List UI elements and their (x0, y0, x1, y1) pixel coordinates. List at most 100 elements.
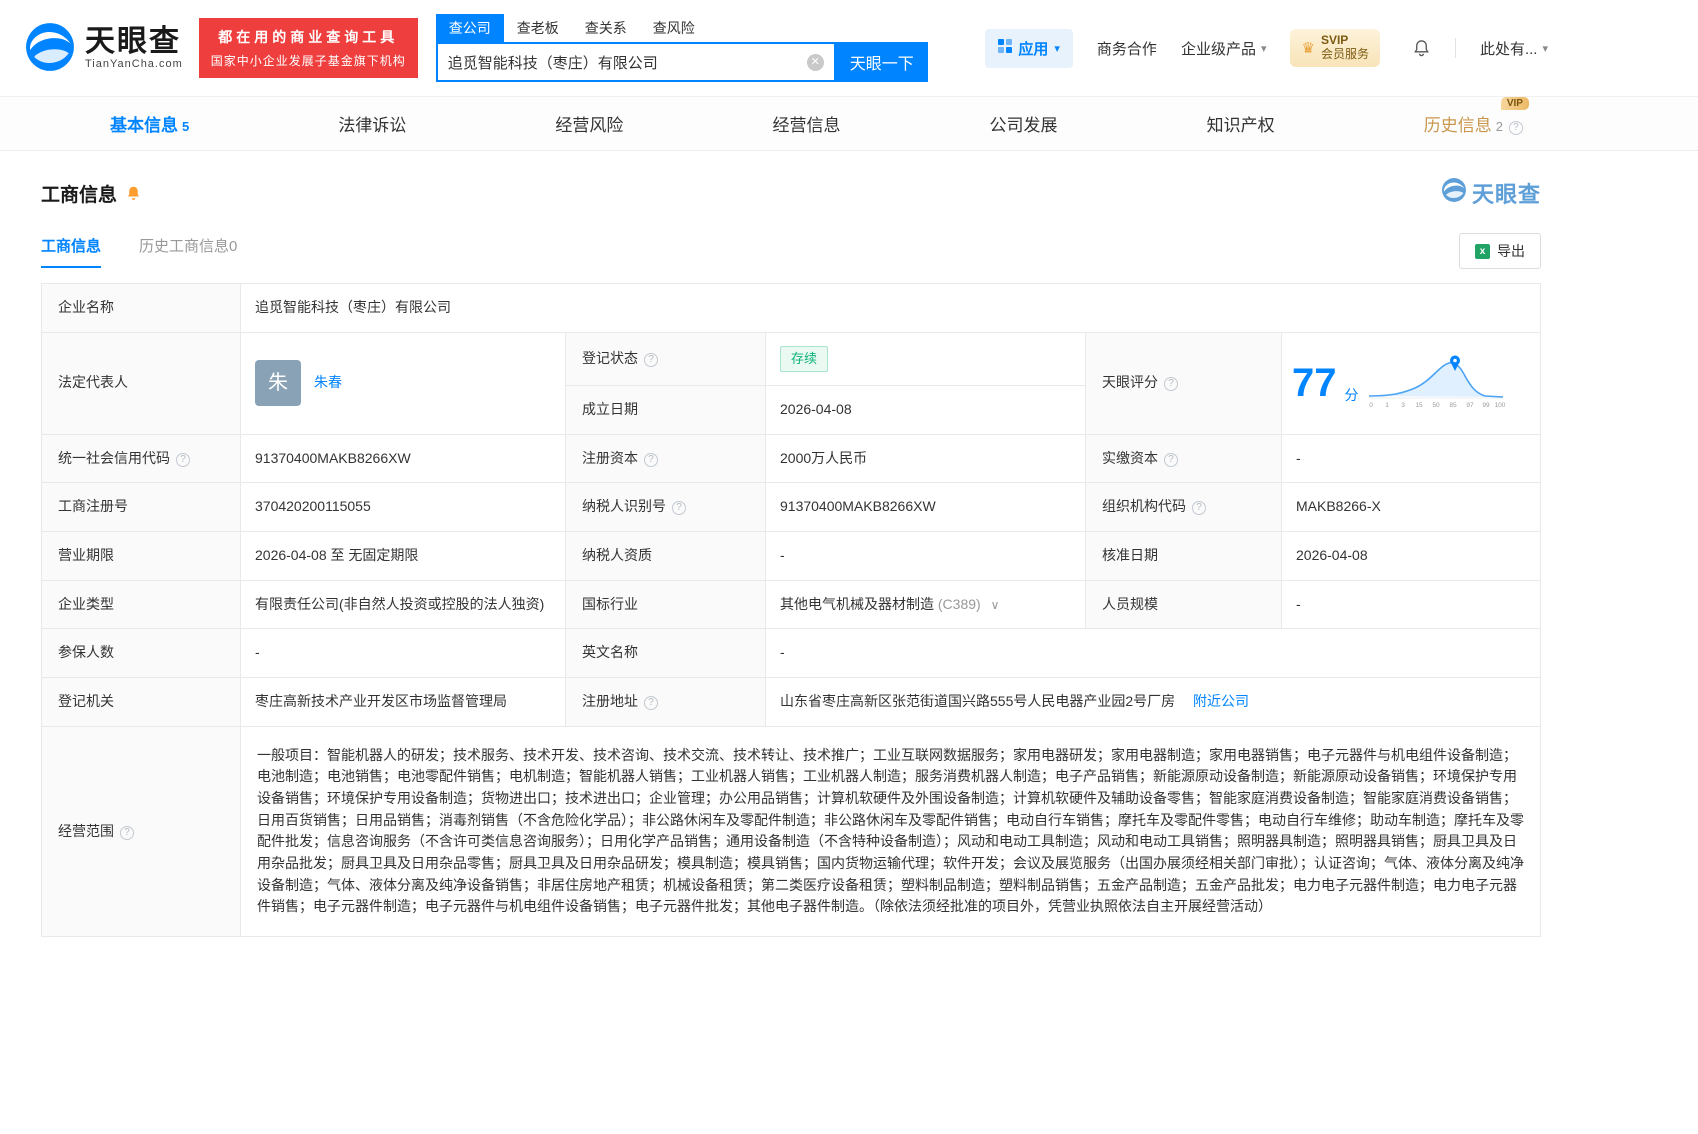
industry-code: (C389) (937, 595, 981, 612)
tab-label: 历史信息 (1423, 116, 1492, 135)
tab-company-development[interactable]: 公司发展 (990, 111, 1058, 136)
tab-label: 经营风险 (555, 116, 624, 135)
reg-capital-value: 2000万人民币 (765, 433, 1086, 484)
brand-name: 天眼查 (85, 25, 181, 59)
table-row: 营业期限 2026-04-08 至 无固定期限 纳税人资质 - 核准日期 202… (41, 530, 1541, 581)
clear-icon[interactable]: ✕ (806, 53, 824, 71)
staff-size-value: - (1281, 579, 1541, 630)
org-code-value: MAKB8266-X (1281, 482, 1541, 532)
tab-basic-info[interactable]: 基本信息 5 (110, 111, 189, 136)
credit-code-label: 统一社会信用代码 (41, 433, 241, 484)
search-tab-risk[interactable]: 查风险 (640, 14, 708, 42)
company-name-value: 追觅智能科技（枣庄）有限公司 (240, 283, 1541, 333)
tab-label: 经营信息 (772, 116, 841, 135)
export-button[interactable]: x 导出 (1459, 233, 1541, 269)
promo-banner: 都在用的商业查询工具 国家中小企业发展子基金旗下机构 (198, 18, 418, 78)
top-header: 天眼查 TianYanCha.com 都在用的商业查询工具 国家中小企业发展子基… (0, 0, 1698, 96)
user-menu[interactable]: 此处有... ▾ (1480, 38, 1548, 59)
legal-rep-cell: 朱 朱春 (240, 331, 566, 435)
table-row: 法定代表人 朱 朱春 登记状态 存续 天眼评分 (41, 331, 1541, 435)
help-icon[interactable] (1508, 121, 1523, 135)
address-label: 注册地址 (565, 676, 766, 727)
business-term-value: 2026-04-08 至 无固定期限 (240, 530, 566, 581)
svip-membership-button[interactable]: ♛ SVIP 会员服务 (1290, 29, 1380, 67)
apps-menu[interactable]: 应用 ▾ (985, 28, 1073, 68)
insured-label: 参保人数 (41, 628, 241, 678)
status-badge: 存续 (780, 345, 829, 372)
vip-badge: VIP (1500, 97, 1529, 110)
help-icon[interactable] (644, 352, 658, 367)
subtab-history-business-info[interactable]: 历史工商信息0 (139, 235, 237, 268)
tab-count: 5 (182, 119, 190, 134)
help-icon[interactable] (644, 452, 658, 467)
staff-size-label: 人员规模 (1085, 579, 1282, 630)
search-tab-boss[interactable]: 查老板 (504, 14, 572, 42)
help-icon[interactable] (1164, 377, 1178, 392)
nearby-companies-link[interactable]: 附近公司 (1193, 693, 1249, 709)
subscribe-bell-icon[interactable] (125, 185, 142, 202)
company-type-value: 有限责任公司(非自然人投资或控股的法人独资) (240, 579, 566, 630)
brand-logo[interactable]: 天眼查 TianYanCha.com (24, 21, 183, 76)
help-icon[interactable] (672, 501, 686, 516)
search-block: 查公司 查老板 查关系 查风险 ✕ 天眼一下 (435, 14, 928, 82)
sub-tabs: 工商信息 历史工商信息0 x 导出 (41, 233, 1541, 269)
chevron-down-icon: ▾ (1542, 42, 1548, 55)
tab-intellectual-property[interactable]: 知识产权 (1207, 111, 1275, 136)
tab-label: 法律诉讼 (338, 116, 407, 135)
help-icon[interactable] (1192, 501, 1206, 516)
brand-logo-icon (24, 21, 76, 76)
search-button[interactable]: 天眼一下 (835, 42, 928, 82)
svip-label: SVIP (1320, 33, 1349, 48)
score-curve-chart: 0 1 3 15 50 85 97 99 100 (1368, 355, 1505, 409)
search-tab-relation[interactable]: 查关系 (572, 14, 640, 42)
brand-domain: TianYanCha.com (85, 57, 183, 70)
business-cooperation-link[interactable]: 商务合作 (1097, 38, 1157, 59)
svg-text:100: 100 (1494, 402, 1505, 409)
taxpayer-id-label: 纳税人识别号 (565, 482, 766, 532)
help-icon[interactable] (1164, 452, 1178, 467)
notification-bell-icon[interactable] (1412, 39, 1431, 58)
taxpayer-quality-label: 纳税人资质 (565, 530, 766, 581)
help-icon[interactable] (120, 825, 134, 840)
industry-value: 其他电气机械及器材制造 (C389) ∨ (765, 579, 1086, 630)
table-row: 登记机关 枣庄高新技术产业开发区市场监督管理局 注册地址 山东省枣庄高新区张范街… (41, 676, 1541, 727)
legal-rep-link[interactable]: 朱春 (314, 372, 342, 394)
org-code-label: 组织机构代码 (1085, 482, 1282, 532)
search-tab-company[interactable]: 查公司 (435, 14, 504, 42)
search-input-wrap: ✕ (435, 42, 836, 82)
header-right: 应用 ▾ 商务合作 企业级产品 ▾ ♛ SVIP 会员服务 此处有... ▾ (985, 28, 1548, 68)
avatar[interactable]: 朱 (255, 360, 301, 407)
chevron-down-icon[interactable]: ∨ (991, 598, 1000, 612)
insured-value: - (240, 628, 566, 678)
credit-code-value: 91370400MAKB8266XW (240, 433, 566, 484)
english-name-value: - (765, 628, 1541, 678)
help-icon[interactable] (176, 452, 190, 467)
svg-text:1: 1 (1385, 402, 1389, 409)
table-row: 经营范围 一般项目：智能机器人的研发；技术服务、技术开发、技术咨询、技术交流、技… (41, 725, 1541, 938)
help-icon[interactable] (644, 695, 658, 710)
subtab-business-info[interactable]: 工商信息 (41, 235, 102, 268)
score-unit: 分 (1344, 387, 1359, 404)
company-type-label: 企业类型 (41, 579, 241, 630)
search-input[interactable] (447, 53, 807, 71)
tab-operating-info[interactable]: 经营信息 (772, 111, 840, 136)
reg-number-label: 工商注册号 (41, 482, 241, 532)
svg-text:15: 15 (1415, 402, 1423, 409)
svg-text:0: 0 (1369, 402, 1373, 409)
address-value: 山东省枣庄高新区张范街道国兴路555号人民电器产业园2号厂房 附近公司 (765, 676, 1541, 727)
svg-text:3: 3 (1401, 402, 1405, 409)
promo-line1: 都在用的商业查询工具 (218, 29, 399, 45)
crown-icon: ♛ (1301, 40, 1315, 57)
paid-capital-value: - (1281, 433, 1541, 484)
apps-label: 应用 (1018, 40, 1049, 58)
tab-legal-proceedings[interactable]: 法律诉讼 (338, 111, 406, 136)
company-name-label: 企业名称 (41, 283, 241, 333)
content-container: 工商信息 天眼查 工商信息 历史工商信息0 x 导出 企业名称 追觅智能科技（枣… (41, 177, 1541, 977)
enterprise-products-menu[interactable]: 企业级产品 ▾ (1181, 38, 1267, 59)
tab-history-info[interactable]: VIP 历史信息 2 (1423, 97, 1529, 136)
tab-operating-risk[interactable]: 经营风险 (555, 111, 623, 136)
tab-label: 知识产权 (1206, 116, 1275, 135)
chevron-down-icon: ▾ (1054, 42, 1060, 55)
english-name-label: 英文名称 (565, 628, 766, 678)
paid-capital-label: 实缴资本 (1085, 433, 1282, 484)
